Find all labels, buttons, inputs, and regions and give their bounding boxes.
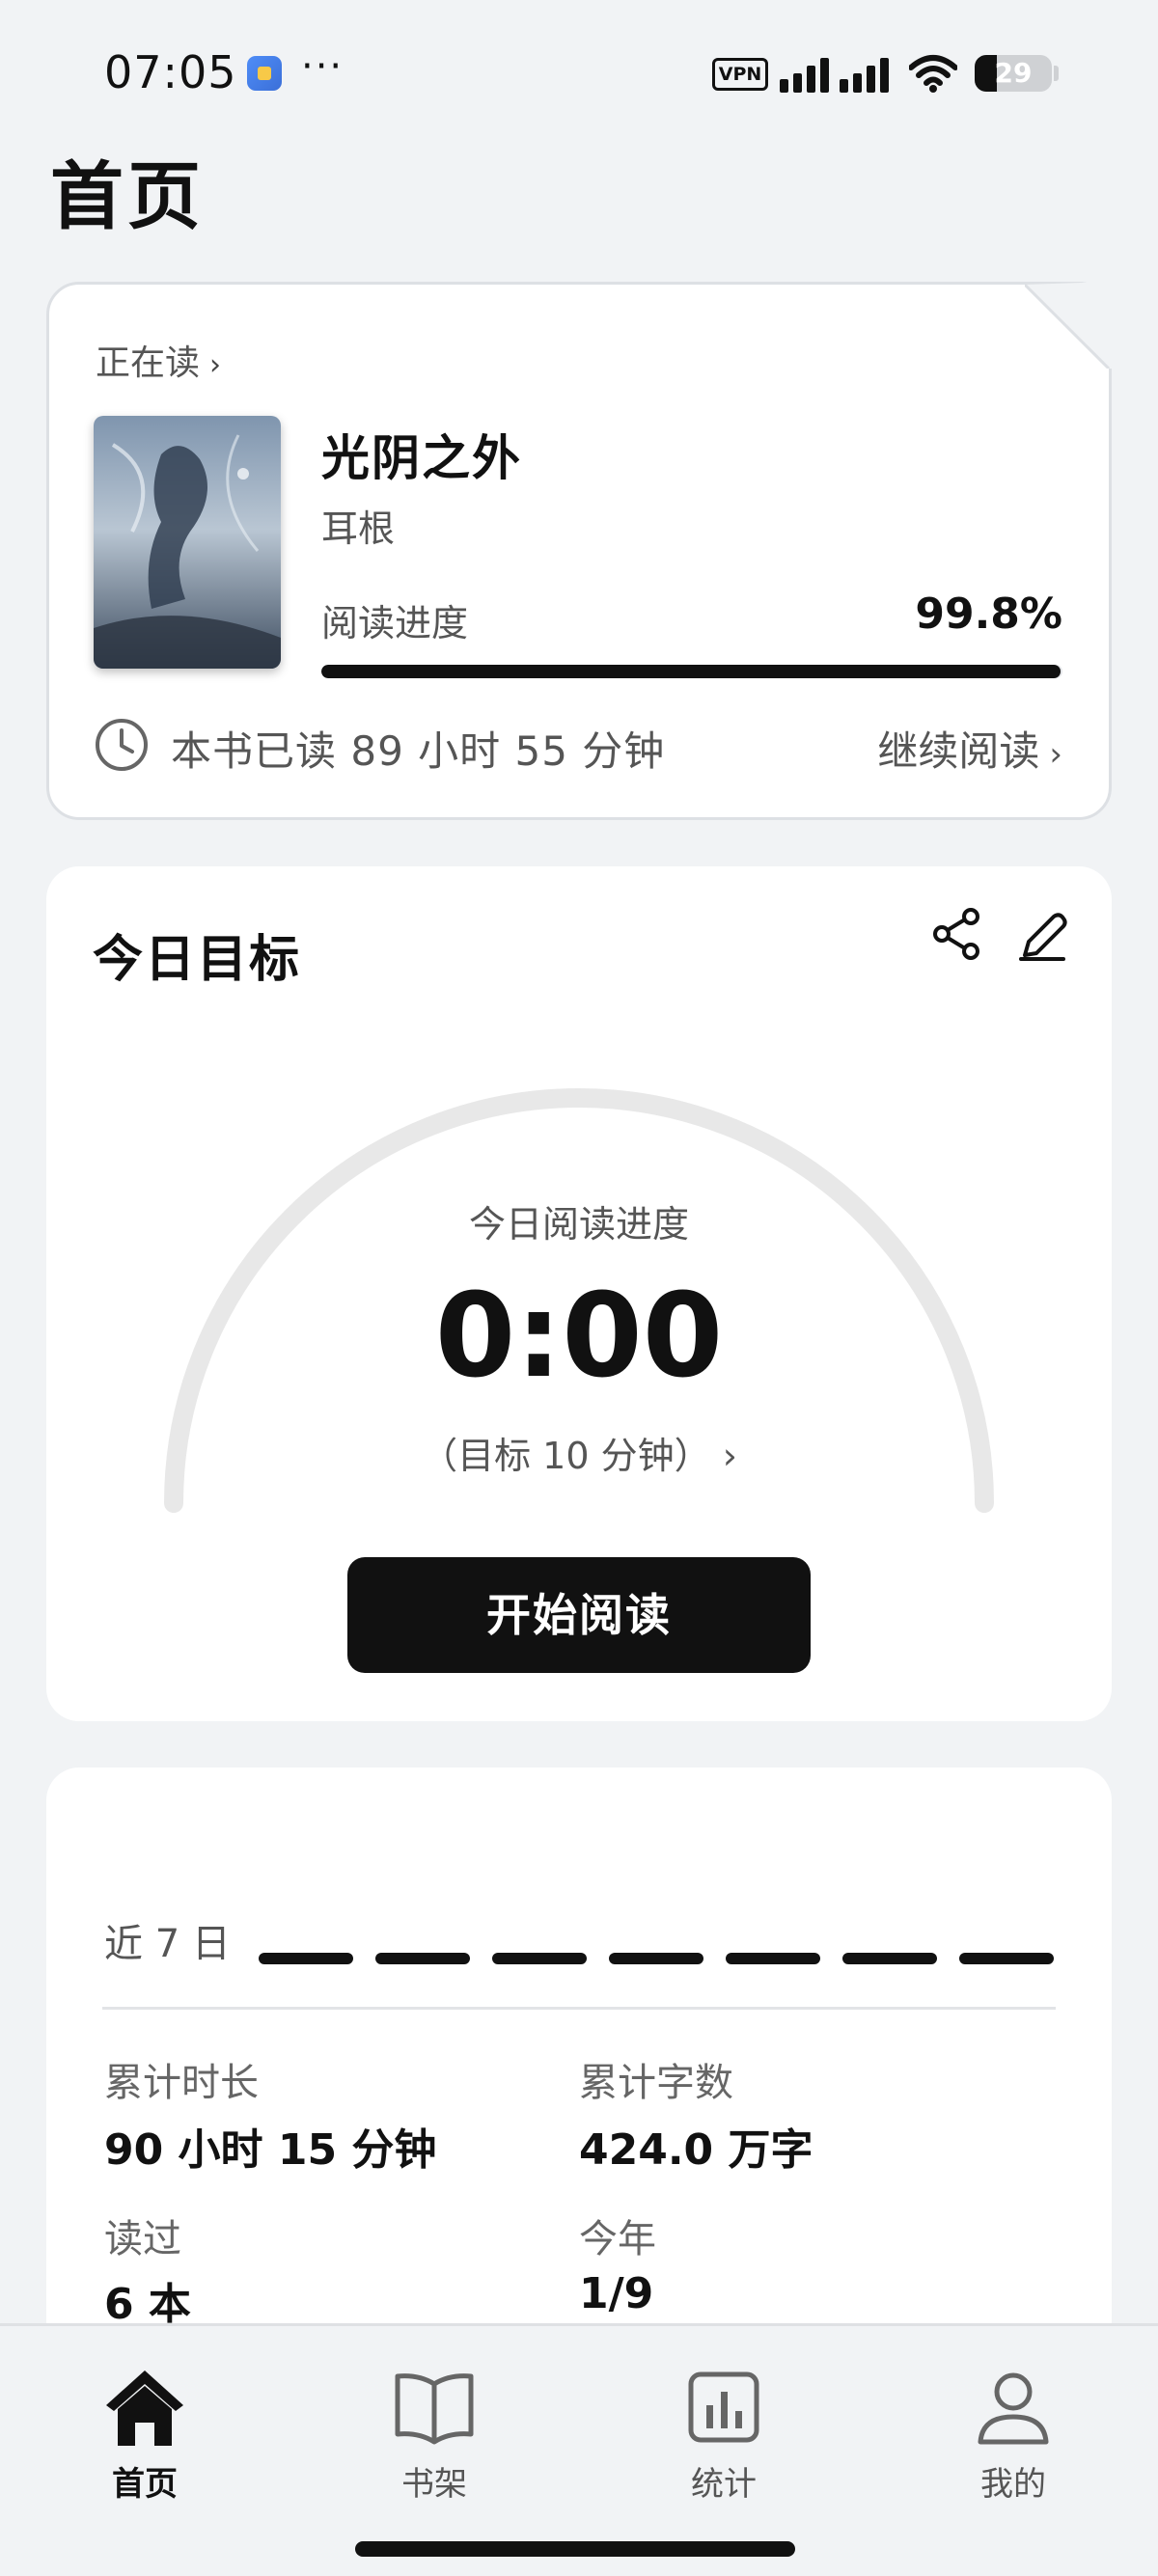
tab-home-label: 首页 — [112, 2465, 178, 2504]
week-bar — [726, 1953, 820, 1964]
reading-progress-fill — [321, 665, 1062, 678]
book-cover-art — [94, 416, 281, 669]
vpn-icon: VPN — [712, 58, 768, 91]
share-icon[interactable] — [923, 899, 992, 969]
bottom-tab-bar: 首页 书架 统计 我的 — [0, 2323, 1158, 2576]
book-cover[interactable] — [94, 416, 281, 669]
tab-stats[interactable]: 统计 — [627, 2363, 820, 2517]
book-read-time: 本书已读 89 小时 55 分钟 — [171, 727, 666, 775]
week-bar — [259, 1953, 353, 1964]
books-read-label: 读过 — [104, 2217, 181, 2261]
battery-cap — [1054, 66, 1059, 81]
status-bar: 07:05 ··· VPN 29 — [0, 0, 1158, 145]
this-year-value: 1/9 — [579, 2269, 654, 2318]
tab-bookshelf-label: 书架 — [401, 2465, 467, 2504]
wifi-icon — [909, 55, 957, 93]
currently-reading-card[interactable]: 正在读 › 光阴之外 耳根 阅读进度 99.8% 本书已读 89 小时 55 分… — [46, 282, 1112, 820]
battery-level-text: 29 — [994, 57, 1033, 89]
book-icon — [395, 2373, 474, 2445]
more-notifications-icon: ··· — [301, 44, 345, 89]
chevron-right-icon: › — [209, 348, 222, 382]
week-bar — [492, 1953, 587, 1964]
total-words-value: 424.0 万字 — [579, 2125, 813, 2175]
currently-reading-link[interactable]: 正在读 › — [96, 335, 221, 385]
tab-stats-label: 统计 — [691, 2465, 757, 2504]
reading-progress-label: 阅读进度 — [321, 602, 469, 644]
total-words-label: 累计字数 — [579, 2061, 733, 2105]
continue-reading-button[interactable]: 继续阅读 › — [877, 719, 1062, 778]
start-reading-button[interactable]: 开始阅读 — [347, 1557, 811, 1673]
person-icon — [978, 2372, 1049, 2445]
daily-progress-label: 今日阅读进度 — [468, 1203, 689, 1246]
home-icon — [106, 2370, 183, 2446]
tab-profile-label: 我的 — [980, 2465, 1046, 2504]
tab-bookshelf[interactable]: 书架 — [338, 2363, 531, 2517]
battery-icon: 29 — [975, 55, 1052, 92]
last-7-days-label: 近 7 日 — [104, 1922, 231, 1966]
daily-progress-value: 0:00 — [434, 1270, 724, 1404]
week-bar — [609, 1953, 703, 1964]
reading-progress-bar — [321, 665, 1062, 678]
book-author: 耳根 — [321, 507, 396, 550]
status-time: 07:05 — [104, 46, 237, 98]
divider — [102, 2007, 1056, 2010]
page-title: 首页 — [50, 153, 205, 239]
this-year-label: 今年 — [579, 2217, 656, 2261]
chevron-right-icon: › — [1049, 735, 1062, 774]
daily-goal-target-link[interactable]: （目标 10 分钟） › — [46, 1426, 1112, 1479]
app-notification-icon — [247, 56, 282, 91]
signal-icon — [780, 58, 889, 93]
daily-goal-card: 今日目标 今日阅读进度 0:00 （目标 10 分钟） › 开始阅读 — [46, 866, 1112, 1721]
books-read-value: 6 本 — [104, 2280, 191, 2329]
total-time-value: 90 小时 15 分钟 — [104, 2125, 437, 2175]
chevron-right-icon: › — [710, 1435, 737, 1477]
total-time-label: 累计时长 — [104, 2061, 259, 2105]
week-bar — [842, 1953, 937, 1964]
tab-profile[interactable]: 我的 — [917, 2363, 1110, 2517]
clock-icon — [96, 719, 148, 771]
chart-icon — [688, 2371, 759, 2443]
week-bar — [375, 1953, 470, 1964]
week-bar — [959, 1953, 1054, 1964]
continue-reading-label: 继续阅读 — [877, 727, 1040, 775]
tab-home[interactable]: 首页 — [48, 2363, 241, 2517]
daily-goal-title: 今日目标 — [93, 931, 302, 989]
book-title[interactable]: 光阴之外 — [321, 420, 522, 489]
daily-goal-target: （目标 10 分钟） — [421, 1435, 711, 1477]
currently-reading-label: 正在读 — [96, 343, 201, 383]
corner-fold-decoration — [1025, 282, 1112, 369]
reading-progress-value: 99.8% — [915, 589, 1062, 639]
edit-icon[interactable] — [1007, 899, 1077, 969]
home-indicator[interactable] — [355, 2541, 795, 2557]
